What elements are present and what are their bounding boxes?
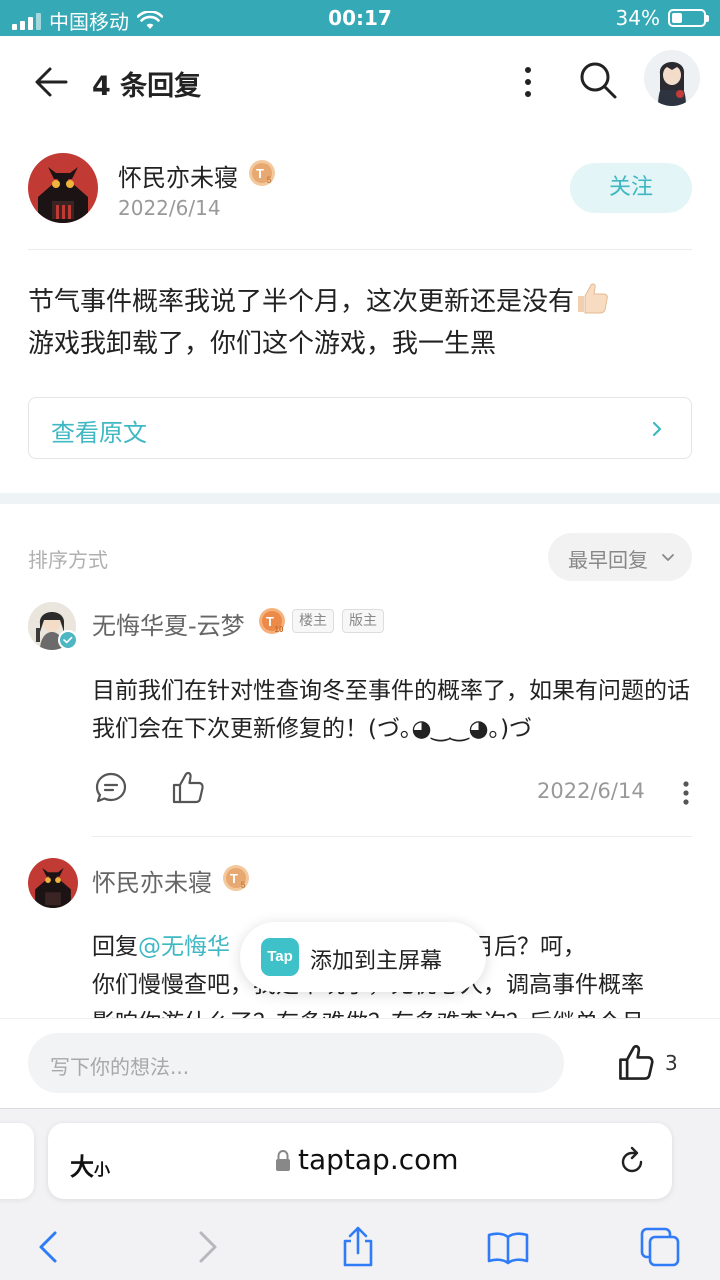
comment-text: 目前我们在针对性查询冬至事件的概率了，如果有问题的话我们会在下次更新修复的！(づ… bbox=[92, 678, 690, 742]
comment-author[interactable]: 无悔华夏-云梦 bbox=[92, 606, 245, 641]
view-original-button[interactable]: 查看原文 bbox=[28, 397, 692, 459]
section-separator bbox=[0, 493, 720, 504]
level-badge-icon: T 10 bbox=[259, 608, 285, 634]
divider bbox=[28, 249, 692, 250]
text-size-small: 小 bbox=[94, 1160, 111, 1179]
address-bar[interactable]: 大小 taptap.com bbox=[48, 1123, 672, 1199]
battery-area: 34% bbox=[615, 6, 709, 30]
level-badge-icon: T 5 bbox=[223, 865, 249, 891]
mention-link[interactable]: @无悔华 bbox=[138, 934, 230, 960]
text-size-large: 大 bbox=[70, 1153, 94, 1181]
sort-dropdown[interactable]: 最早回复 bbox=[548, 533, 692, 581]
page-title: 4 条回复 bbox=[92, 71, 202, 102]
lock-icon bbox=[276, 1149, 290, 1171]
view-original-label: 查看原文 bbox=[51, 419, 147, 447]
svg-text:T: T bbox=[256, 166, 264, 181]
battery-percent: 34% bbox=[615, 6, 660, 30]
comment-date: 2022/6/14 bbox=[537, 779, 645, 803]
level-badge-icon: T 5 bbox=[249, 160, 275, 186]
moderator-tag: 版主 bbox=[342, 609, 384, 633]
previous-tab[interactable] bbox=[0, 1123, 34, 1199]
svg-text:T: T bbox=[266, 614, 274, 629]
back-icon[interactable] bbox=[28, 1225, 72, 1269]
taptap-logo: Tap bbox=[261, 938, 299, 976]
add-to-home-toast[interactable]: Tap 添加到主屏幕 bbox=[240, 922, 486, 992]
forward-icon[interactable] bbox=[184, 1225, 228, 1269]
bookmarks-icon[interactable] bbox=[486, 1225, 530, 1269]
tabs-icon[interactable] bbox=[638, 1225, 682, 1269]
svg-text:5: 5 bbox=[266, 175, 271, 185]
like-icon[interactable] bbox=[170, 770, 206, 806]
comment-bar: 写下你的想法... 3 bbox=[0, 1018, 720, 1108]
like-count: 3 bbox=[665, 1051, 678, 1075]
status-bar: 中国移动 00:17 34% bbox=[0, 0, 720, 36]
sort-selected: 最早回复 bbox=[568, 548, 648, 572]
svg-text:T: T bbox=[230, 871, 238, 886]
sort-label: 排序方式 bbox=[28, 548, 108, 572]
chevron-right-icon bbox=[652, 421, 662, 437]
back-arrow-icon[interactable] bbox=[30, 60, 74, 104]
reply-prefix: 回复 bbox=[92, 934, 138, 960]
more-vertical-icon[interactable] bbox=[678, 778, 694, 808]
thumbs-up-emoji-icon bbox=[578, 283, 608, 314]
post-date: 2022/6/14 bbox=[118, 196, 221, 220]
text-size-button[interactable]: 大小 bbox=[70, 1147, 110, 1182]
battery-icon bbox=[668, 9, 709, 27]
svg-text:10: 10 bbox=[275, 625, 284, 634]
svg-text:5: 5 bbox=[240, 880, 245, 890]
chevron-down-icon bbox=[662, 554, 674, 561]
post-content-line2: 游戏我卸载了，你们这个游戏，我一生黑 bbox=[28, 329, 497, 359]
browser-toolbar: 大小 taptap.com bbox=[0, 1108, 720, 1280]
reload-icon[interactable] bbox=[616, 1145, 648, 1177]
url-text: taptap.com bbox=[298, 1143, 459, 1176]
follow-button[interactable]: 关注 bbox=[570, 163, 692, 213]
share-icon[interactable] bbox=[336, 1225, 380, 1269]
reply-icon[interactable] bbox=[94, 771, 128, 805]
like-icon[interactable] bbox=[616, 1043, 656, 1083]
app-header: 4 条回复 bbox=[0, 36, 720, 126]
search-icon[interactable] bbox=[576, 58, 620, 102]
comment-avatar[interactable] bbox=[28, 858, 78, 908]
comment-author[interactable]: 怀民亦未寝 bbox=[92, 863, 212, 898]
author-avatar[interactable] bbox=[28, 153, 98, 223]
author-name[interactable]: 怀民亦未寝 bbox=[118, 158, 238, 193]
post-content: 节气事件概率我说了半个月，这次更新还是没有 游戏我卸载了，你们这个游戏，我一生黑 bbox=[28, 280, 692, 365]
user-avatar[interactable] bbox=[644, 50, 700, 106]
clock: 00:17 bbox=[328, 6, 392, 30]
verified-icon bbox=[58, 630, 78, 650]
comment-input[interactable]: 写下你的想法... bbox=[28, 1033, 564, 1093]
toast-text: 添加到主屏幕 bbox=[310, 949, 443, 974]
op-tag: 楼主 bbox=[292, 609, 334, 633]
divider bbox=[92, 836, 692, 837]
more-vertical-icon[interactable] bbox=[512, 60, 544, 104]
post-content-line1: 节气事件概率我说了半个月，这次更新还是没有 bbox=[28, 287, 575, 317]
